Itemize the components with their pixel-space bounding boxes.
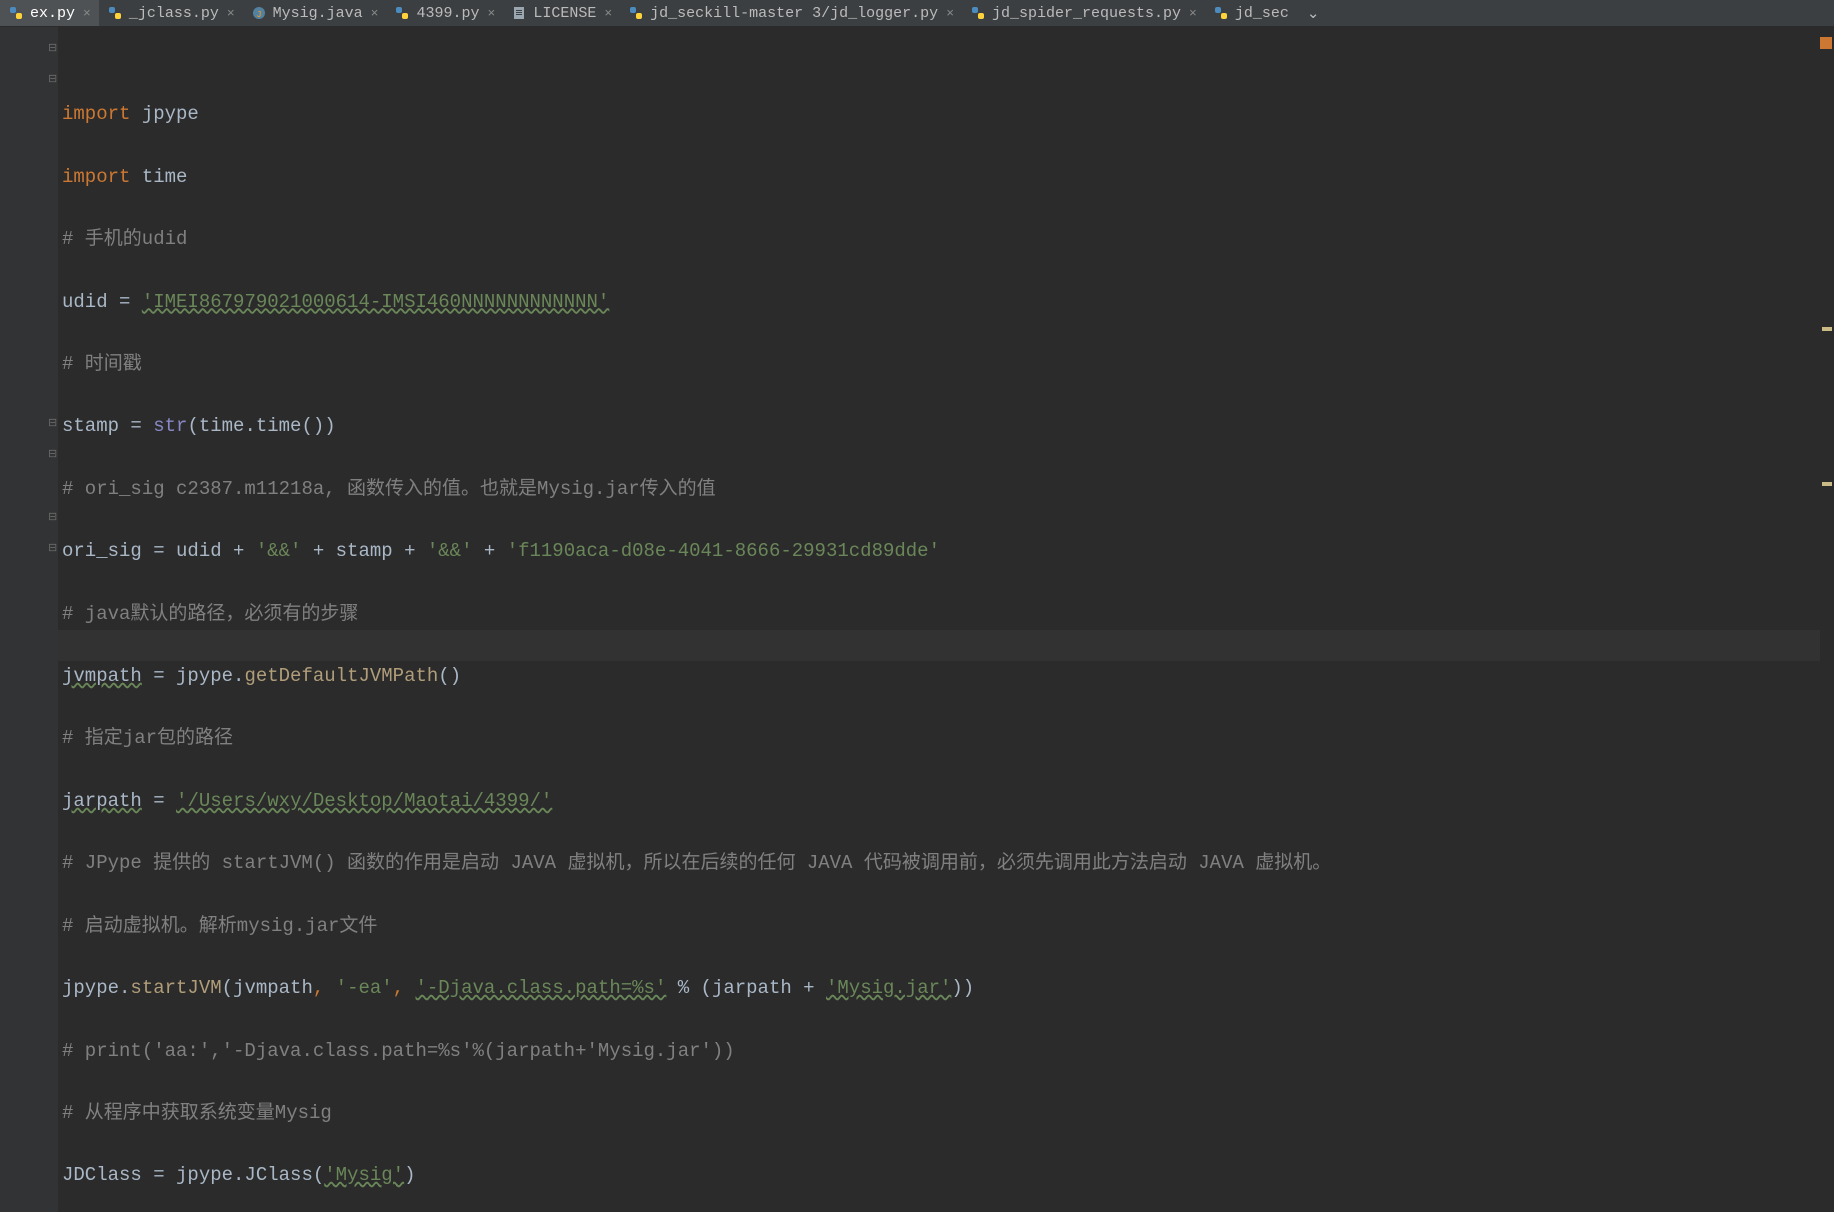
code-line: # JPype 提供的 startJVM() 函数的作用是启动 JAVA 虚拟机…: [62, 848, 1834, 879]
tab-mysig-java[interactable]: J Mysig.java ×: [243, 0, 387, 26]
code-line: # ori_sig c2387.m11218a, 函数传入的值。也就是Mysig…: [62, 474, 1834, 505]
code-line: jvmpath = jpype.getDefaultJVMPath(): [62, 661, 1834, 692]
close-icon[interactable]: ×: [371, 6, 379, 21]
tab-label: jd_seckill-master 3/jd_logger.py: [650, 5, 938, 22]
code-line: ori_sig = udid + '&&' + stamp + '&&' + '…: [62, 536, 1834, 567]
analysis-status-icon[interactable]: [1820, 37, 1832, 49]
code-line: # 启动虚拟机。解析mysig.jar文件: [62, 911, 1834, 942]
close-icon[interactable]: ×: [83, 6, 91, 21]
tab-jd-sec-py[interactable]: jd_sec: [1205, 0, 1297, 26]
fold-icon[interactable]: ⊟: [48, 72, 57, 86]
text-file-icon: [511, 5, 527, 21]
current-line-highlight: [58, 630, 1820, 661]
tab-label: ex.py: [30, 5, 75, 22]
code-line: import time: [62, 162, 1834, 193]
tab-jd-spider-py[interactable]: jd_spider_requests.py ×: [962, 0, 1205, 26]
code-line: JDClass = jpype.JClass('Mysig'): [62, 1160, 1834, 1191]
tab-jclass-py[interactable]: _jclass.py ×: [99, 0, 243, 26]
code-area[interactable]: import jpype import time # 手机的udid udid …: [58, 27, 1834, 1212]
tab-license[interactable]: LICENSE ×: [503, 0, 620, 26]
tab-label: jd_sec: [1235, 5, 1289, 22]
code-line: # 指定jar包的路径: [62, 723, 1834, 754]
gutter: ⊟ ⊟ ⊟ ⊟ ⊟ ⊟: [0, 27, 58, 1212]
tab-label: _jclass.py: [129, 5, 219, 22]
code-line: jarpath = '/Users/wxy/Desktop/Maotai/439…: [62, 786, 1834, 817]
close-icon[interactable]: ×: [604, 6, 612, 21]
python-icon: [628, 5, 644, 21]
python-icon: [1213, 5, 1229, 21]
tab-4399-py[interactable]: 4399.py ×: [386, 0, 503, 26]
close-icon[interactable]: ×: [488, 6, 496, 21]
code-line: import jpype: [62, 99, 1834, 130]
code-line: # print('aa:','-Djava.class.path=%s'%(ja…: [62, 1036, 1834, 1067]
python-icon: [8, 5, 24, 21]
python-icon: [394, 5, 410, 21]
tab-jd-logger-py[interactable]: jd_seckill-master 3/jd_logger.py ×: [620, 0, 962, 26]
fold-icon[interactable]: ⊟: [48, 447, 57, 461]
code-line: # java默认的路径，必须有的步骤: [62, 599, 1834, 630]
code-editor[interactable]: ⊟ ⊟ ⊟ ⊟ ⊟ ⊟ import jpype import time # 手…: [0, 27, 1834, 1212]
tab-label: 4399.py: [416, 5, 479, 22]
tab-bar: ex.py × _jclass.py × J Mysig.java × 4399…: [0, 0, 1834, 27]
svg-text:J: J: [256, 10, 261, 20]
tab-label: Mysig.java: [273, 5, 363, 22]
fold-icon[interactable]: ⊟: [48, 41, 57, 55]
code-line: udid = 'IMEI867979021000614-IMSI460NNNNN…: [62, 287, 1834, 318]
fold-icon[interactable]: ⊟: [48, 541, 57, 555]
tab-ex-py[interactable]: ex.py ×: [0, 0, 99, 26]
code-line: # 从程序中获取系统变量Mysig: [62, 1098, 1834, 1129]
code-line: jpype.startJVM(jvmpath, '-ea', '-Djava.c…: [62, 973, 1834, 1004]
code-line: # 时间戳: [62, 349, 1834, 380]
tab-label: jd_spider_requests.py: [992, 5, 1181, 22]
warning-marker[interactable]: [1822, 327, 1832, 331]
python-icon: [970, 5, 986, 21]
close-icon[interactable]: ×: [946, 6, 954, 21]
tabs-overflow-chevron-icon[interactable]: ⌄: [1301, 4, 1326, 23]
close-icon[interactable]: ×: [1189, 6, 1197, 21]
tab-label: LICENSE: [533, 5, 596, 22]
code-line: stamp = str(time.time()): [62, 411, 1834, 442]
fold-icon[interactable]: ⊟: [48, 510, 57, 524]
code-line: # 手机的udid: [62, 224, 1834, 255]
java-icon: J: [251, 5, 267, 21]
fold-icon[interactable]: ⊟: [48, 416, 57, 430]
close-icon[interactable]: ×: [227, 6, 235, 21]
python-icon: [107, 5, 123, 21]
